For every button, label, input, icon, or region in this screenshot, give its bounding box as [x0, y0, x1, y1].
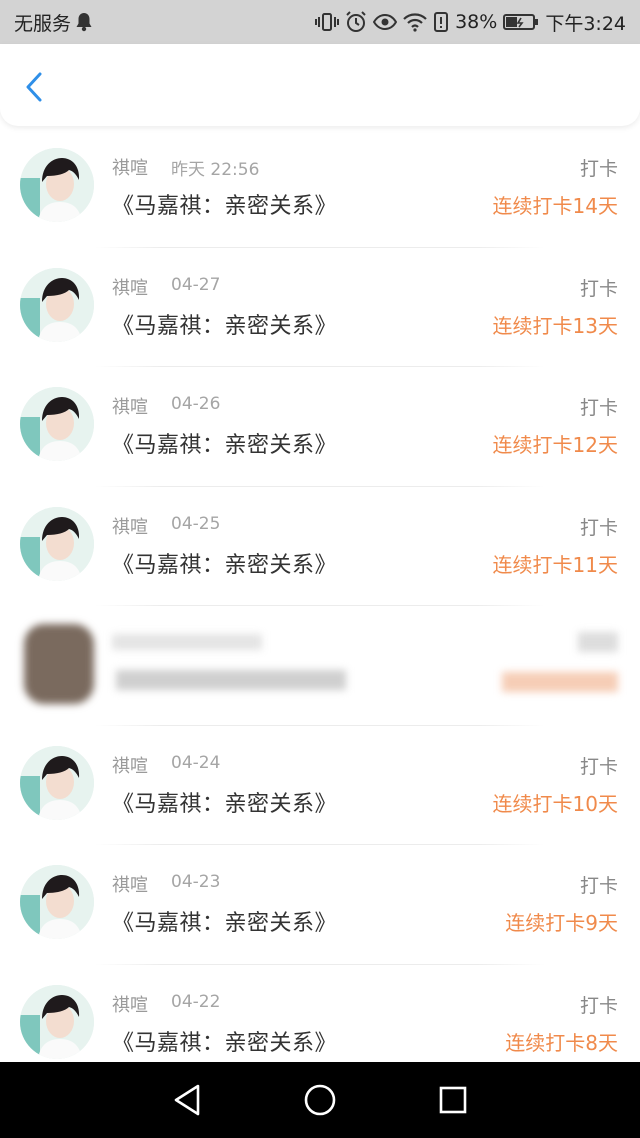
- redacted-user-name: [112, 634, 262, 650]
- user-name: 祺喧: [112, 397, 148, 418]
- checkin-feed: 祺喧 昨天 22:56 《马嘉祺：亲密关系》 打卡 连续打卡14天 祺喧 04-…: [0, 128, 640, 1062]
- streak-label: 连续打卡8天: [505, 1030, 618, 1055]
- post-time: 04-26: [171, 394, 221, 414]
- user-name: 祺喧: [112, 277, 148, 299]
- redacted-tag: [578, 632, 618, 652]
- user-name: 祺喧: [112, 875, 148, 896]
- post-time: 04-24: [171, 752, 221, 773]
- feed-item[interactable]: 祺喧 04-23 《马嘉祺：亲密关系》 打卡 连续打卡9天: [0, 845, 640, 965]
- user-name: 祺喧: [112, 994, 148, 1016]
- status-right: 38% 下午3:24: [315, 9, 626, 36]
- battery-percent: 38%: [455, 11, 498, 33]
- streak-label: 连续打卡13天: [492, 313, 618, 338]
- wifi-icon: [403, 11, 427, 33]
- checkin-tag: 打卡: [579, 994, 618, 1017]
- post-title[interactable]: 《马嘉祺：亲密关系》: [112, 427, 337, 459]
- feed-item[interactable]: 祺喧 昨天 22:56 《马嘉祺：亲密关系》 打卡 连续打卡14天: [0, 128, 640, 248]
- back-button[interactable]: [20, 70, 48, 104]
- status-bar: 无服务 38% 下午3:24: [0, 0, 640, 44]
- post-title[interactable]: 《马嘉祺：亲密关系》: [112, 547, 337, 579]
- vibrate-icon: [315, 11, 340, 33]
- avatar[interactable]: [20, 745, 94, 820]
- avatar[interactable]: [20, 387, 94, 461]
- nav-home-button[interactable]: [300, 1080, 340, 1120]
- post-title[interactable]: 《马嘉祺：亲密关系》: [112, 905, 337, 937]
- nav-back-button[interactable]: [167, 1080, 207, 1120]
- battery-icon: [503, 11, 539, 33]
- alarm-icon: [345, 11, 367, 33]
- streak-label: 连续打卡10天: [492, 791, 618, 816]
- carrier-text: 无服务: [14, 12, 72, 35]
- feed-item[interactable]: 祺喧 04-24 《马嘉祺：亲密关系》 打卡 连续打卡10天: [0, 726, 640, 845]
- redacted-title: [116, 670, 346, 690]
- user-name: 祺喧: [112, 158, 148, 179]
- checkin-tag: 打卡: [579, 158, 618, 180]
- streak-label: 连续打卡12天: [492, 433, 618, 457]
- redacted-avatar: [24, 624, 94, 704]
- feed-item[interactable]: 祺喧 04-26 《马嘉祺：亲密关系》 打卡 连续打卡12天: [0, 367, 640, 487]
- back-triangle-icon: [174, 1084, 199, 1116]
- user-name: 祺喧: [112, 516, 148, 538]
- avatar[interactable]: [20, 506, 94, 581]
- streak-label: 连续打卡11天: [492, 552, 618, 577]
- status-left: 无服务: [14, 9, 93, 36]
- post-title[interactable]: 《马嘉祺：亲密关系》: [112, 188, 337, 220]
- notification-bell-icon: [75, 11, 93, 33]
- checkin-tag: 打卡: [579, 755, 618, 778]
- user-name: 祺喧: [112, 755, 148, 777]
- home-circle-icon: [304, 1084, 336, 1116]
- checkin-tag: 打卡: [579, 277, 618, 300]
- avatar[interactable]: [20, 148, 94, 222]
- post-time: 昨天 22:56: [171, 160, 260, 180]
- streak-label: 连续打卡14天: [492, 194, 618, 218]
- top-header: [0, 44, 640, 126]
- avatar[interactable]: [20, 984, 94, 1059]
- post-time: 04-23: [171, 872, 221, 892]
- battery-saver-icon: [433, 11, 449, 33]
- clock-time: 下午3:24: [545, 12, 626, 35]
- redacted-streak: [502, 672, 618, 692]
- post-time: 04-27: [171, 274, 221, 295]
- post-title[interactable]: 《马嘉祺：亲密关系》: [112, 786, 337, 818]
- post-time: 04-22: [171, 991, 221, 1012]
- feed-item[interactable]: 祺喧 04-27 《马嘉祺：亲密关系》 打卡 连续打卡13天: [0, 248, 640, 367]
- recents-square-icon: [440, 1086, 467, 1114]
- post-title[interactable]: 《马嘉祺：亲密关系》: [112, 1025, 337, 1057]
- streak-label: 连续打卡9天: [505, 911, 618, 935]
- feed-item-redacted[interactable]: [0, 606, 640, 726]
- avatar[interactable]: [20, 865, 94, 939]
- checkin-tag: 打卡: [579, 875, 618, 897]
- eye-comfort-icon: [373, 11, 398, 33]
- post-time: 04-25: [171, 513, 221, 534]
- system-nav-bar: [0, 1062, 640, 1138]
- post-title[interactable]: 《马嘉祺：亲密关系》: [112, 308, 337, 340]
- chevron-left-icon: [26, 72, 42, 102]
- checkin-tag: 打卡: [579, 516, 618, 539]
- feed-item[interactable]: 祺喧 04-25 《马嘉祺：亲密关系》 打卡 连续打卡11天: [0, 487, 640, 606]
- checkin-tag: 打卡: [579, 397, 618, 419]
- feed-item[interactable]: 祺喧 04-22 《马嘉祺：亲密关系》 打卡 连续打卡8天: [0, 965, 640, 1063]
- nav-recents-button[interactable]: [433, 1080, 473, 1120]
- avatar[interactable]: [20, 267, 94, 342]
